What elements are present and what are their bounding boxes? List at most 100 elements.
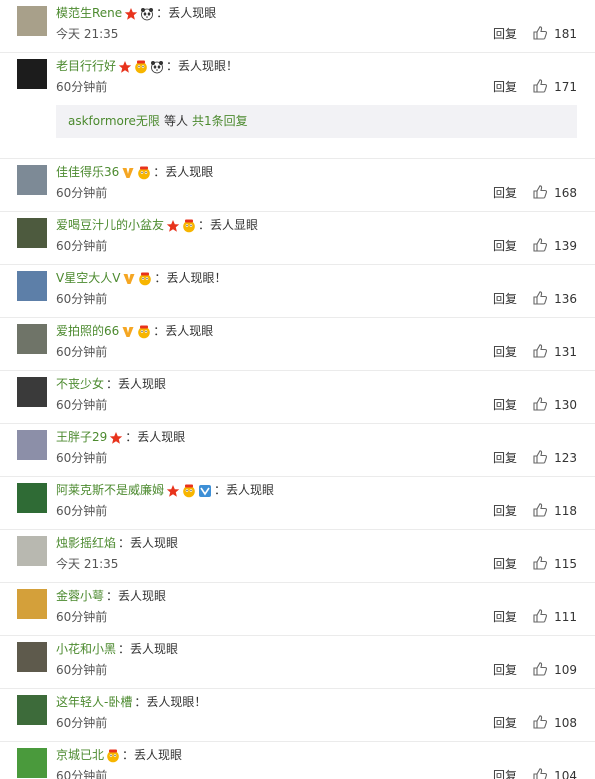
like-button[interactable]: 136	[532, 289, 577, 309]
comment-username[interactable]: 爱喝豆汁儿的小盆友	[56, 217, 164, 233]
comment-username[interactable]: 京城已北	[56, 747, 104, 763]
avatar-image	[17, 59, 47, 89]
avatar[interactable]	[17, 165, 47, 195]
like-button[interactable]: 139	[532, 236, 577, 256]
comment-username[interactable]: 阿莱克斯不是威廉姆	[56, 482, 164, 498]
comment-username[interactable]: 王胖子29	[56, 429, 107, 445]
like-button[interactable]: 171	[532, 77, 577, 97]
sub-reply-text: 等人	[163, 114, 188, 128]
thumbs-up-icon	[532, 502, 548, 521]
sub-reply-summary[interactable]: askformore无限 等人 共1条回复	[56, 105, 577, 138]
like-button[interactable]: 130	[532, 395, 577, 415]
like-button[interactable]: 111	[532, 607, 577, 627]
like-button[interactable]: 181	[532, 24, 577, 44]
avatar-image	[17, 748, 47, 778]
reply-button[interactable]: 回复	[493, 186, 517, 200]
like-button[interactable]: 123	[532, 448, 577, 468]
thumbs-up-icon	[532, 290, 548, 309]
like-count: 104	[554, 769, 577, 779]
avatar-image	[17, 165, 47, 195]
reply-button[interactable]: 回复	[493, 557, 517, 571]
avatar-image	[17, 483, 47, 513]
reply-button[interactable]: 回复	[493, 610, 517, 624]
reply-button[interactable]: 回复	[493, 292, 517, 306]
comment-username[interactable]: 爱拍照的66	[56, 323, 119, 339]
like-button[interactable]: 115	[532, 554, 577, 574]
reply-button[interactable]: 回复	[493, 398, 517, 412]
more-replies-link[interactable]: 共1条回复	[192, 114, 248, 128]
avatar[interactable]	[17, 377, 47, 407]
like-count: 111	[554, 610, 577, 624]
thumbs-up-icon	[532, 767, 548, 779]
reply-button[interactable]: 回复	[493, 663, 517, 677]
avatar[interactable]	[17, 218, 47, 248]
like-count: 171	[554, 80, 577, 94]
like-button[interactable]: 168	[532, 183, 577, 203]
like-button[interactable]: 104	[532, 766, 577, 779]
red-star-icon	[164, 482, 180, 498]
avatar[interactable]	[17, 483, 47, 513]
reply-button[interactable]: 回复	[493, 451, 517, 465]
avatar[interactable]	[17, 695, 47, 725]
comment-time: 60分钟前	[56, 451, 108, 465]
reply-button[interactable]: 回复	[493, 504, 517, 518]
reply-button[interactable]: 回复	[493, 769, 517, 779]
avatar[interactable]	[17, 748, 47, 778]
comment-username[interactable]: 佳佳得乐36	[56, 164, 119, 180]
avatar[interactable]	[17, 430, 47, 460]
avatar[interactable]	[17, 536, 47, 566]
orange-v-icon	[119, 164, 135, 180]
avatar[interactable]	[17, 589, 47, 619]
reply-button[interactable]: 回复	[493, 716, 517, 730]
avatar-image	[17, 6, 47, 36]
reply-button[interactable]: 回复	[493, 345, 517, 359]
colon-separator: ：	[198, 218, 211, 232]
reply-button[interactable]: 回复	[493, 27, 517, 41]
red-star-icon	[116, 58, 132, 74]
comment-username[interactable]: 烛影摇红焰	[56, 535, 116, 551]
comment-time: 60分钟前	[56, 80, 108, 94]
comment-time: 60分钟前	[56, 610, 108, 624]
avatar-image	[17, 324, 47, 354]
comment-username[interactable]: 这年轻人-卧槽	[56, 694, 132, 710]
comment-text: 丢人现眼	[134, 748, 183, 762]
like-button[interactable]: 108	[532, 713, 577, 733]
like-count: 139	[554, 239, 577, 253]
comment-username[interactable]: 模范生Rene	[56, 5, 122, 21]
comment-item: 阿莱克斯不是威廉姆 ：丢人现眼 60分钟前 回复 118	[0, 477, 595, 530]
like-button[interactable]: 118	[532, 501, 577, 521]
avatar[interactable]	[17, 324, 47, 354]
vip-face-icon	[104, 747, 120, 763]
avatar[interactable]	[17, 6, 47, 36]
comment-username[interactable]: 老目行行好	[56, 58, 116, 74]
avatar[interactable]	[17, 642, 47, 672]
comment-username[interactable]: 小花和小黑	[56, 641, 116, 657]
comment-username[interactable]: V星空大人V	[56, 270, 120, 286]
comment-item: 模范生Rene ：丢人现眼 今天 21:35 回复 181	[0, 0, 595, 53]
avatar[interactable]	[17, 59, 47, 89]
sub-reply-user[interactable]: askformore无限	[68, 114, 160, 128]
comment-item: 王胖子29 ：丢人现眼 60分钟前 回复 123	[0, 424, 595, 477]
avatar[interactable]	[17, 271, 47, 301]
vip-face-icon	[136, 270, 152, 286]
like-count: 123	[554, 451, 577, 465]
reply-button[interactable]: 回复	[493, 239, 517, 253]
comment-username[interactable]: 金蓉小萼	[56, 588, 104, 604]
like-button[interactable]: 131	[532, 342, 577, 362]
thumbs-up-icon	[532, 25, 548, 44]
like-button[interactable]: 109	[532, 660, 577, 680]
colon-separator: ：	[125, 430, 138, 444]
panda-icon	[148, 58, 164, 74]
colon-separator: ：	[153, 165, 166, 179]
like-count: 136	[554, 292, 577, 306]
comment-time: 60分钟前	[56, 345, 108, 359]
comment-text: 丢人现眼！	[166, 271, 227, 285]
colon-separator: ：	[106, 589, 119, 603]
thumbs-up-icon	[532, 184, 548, 203]
comment-username[interactable]: 不丧少女	[56, 376, 104, 392]
avatar-image	[17, 377, 47, 407]
vip-face-icon	[135, 323, 151, 339]
thumbs-up-icon	[532, 449, 548, 468]
reply-button[interactable]: 回复	[493, 80, 517, 94]
avatar-image	[17, 589, 47, 619]
